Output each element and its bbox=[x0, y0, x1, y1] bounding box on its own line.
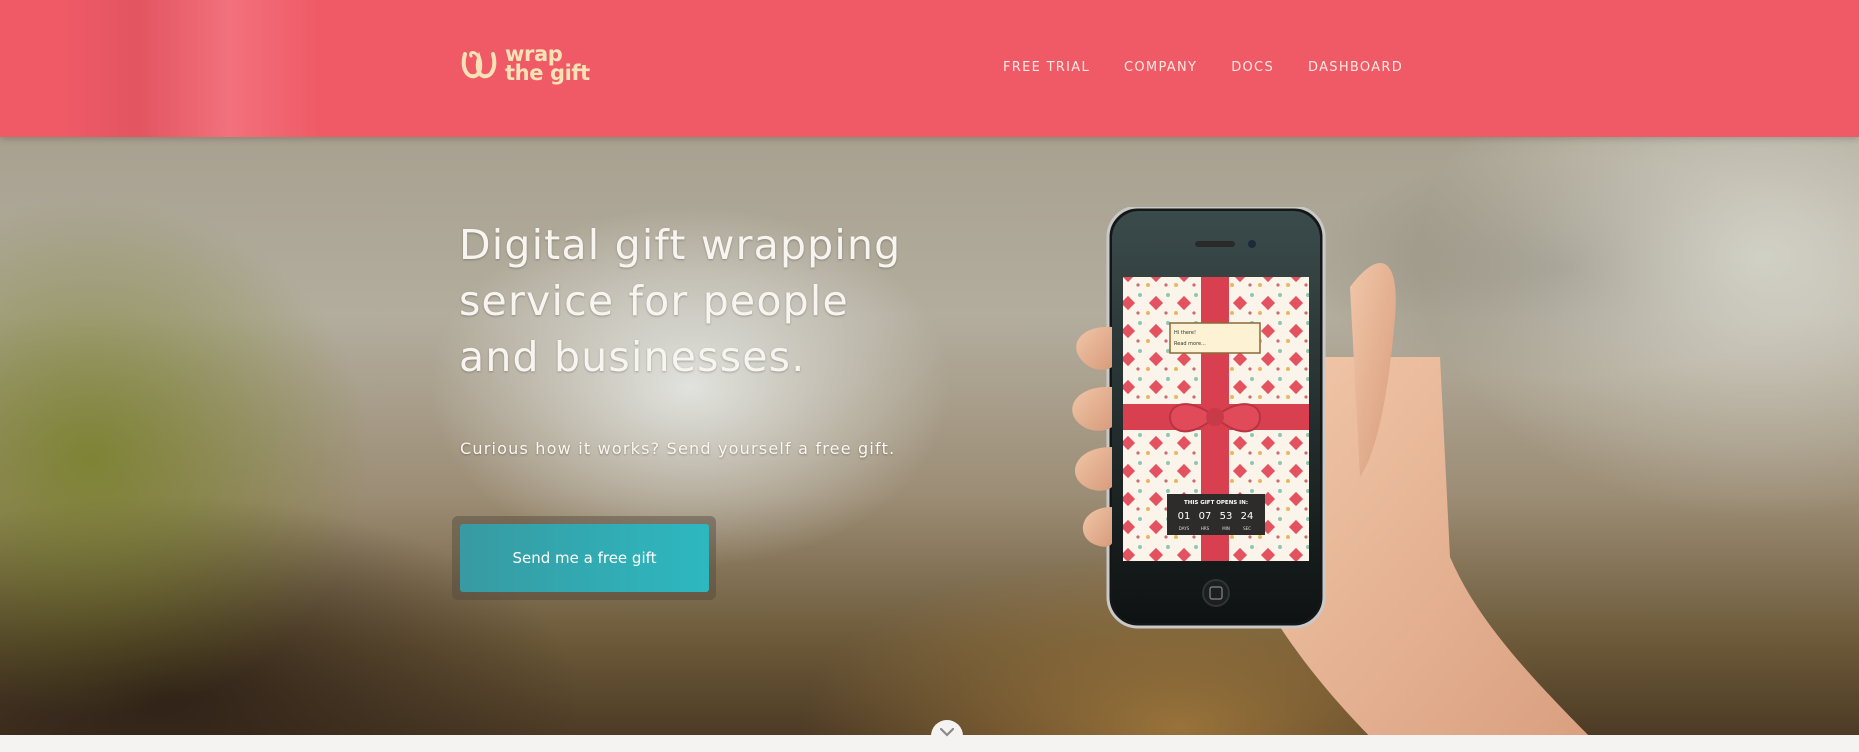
countdown-hours-value: 07 bbox=[1199, 511, 1212, 522]
countdown-min-value: 53 bbox=[1220, 511, 1233, 522]
hero-subtitle: Curious how it works? Send yourself a fr… bbox=[460, 439, 896, 458]
countdown-hours-unit: HRS bbox=[1201, 526, 1210, 531]
countdown-sec-unit: SEC bbox=[1243, 526, 1251, 531]
hero-title: Digital gift wrapping service for people… bbox=[459, 221, 902, 381]
chevron-down-icon bbox=[940, 728, 954, 737]
finger-3 bbox=[1074, 447, 1112, 491]
nav-company[interactable]: COMPANY bbox=[1124, 60, 1197, 75]
phone-speaker bbox=[1195, 241, 1235, 247]
logo-link[interactable]: wrap the gift bbox=[459, 44, 590, 84]
logo-text: wrap the gift bbox=[505, 44, 590, 85]
hero-section: Digital gift wrapping service for people… bbox=[0, 137, 1859, 735]
countdown-sec-value: 24 bbox=[1241, 511, 1254, 522]
wrap-logo-icon bbox=[461, 51, 497, 79]
phone-camera bbox=[1248, 240, 1256, 248]
countdown-days-unit: DAYS bbox=[1179, 526, 1190, 531]
bow-knot bbox=[1206, 408, 1224, 426]
send-free-gift-button[interactable]: Send me a free gift bbox=[460, 524, 709, 592]
finger-4 bbox=[1082, 507, 1112, 547]
phone-home-button bbox=[1202, 579, 1230, 607]
site-header: wrap the gift FREE TRIAL COMPANY DOCS DA… bbox=[0, 0, 1859, 137]
gift-note-line1: Hi there! bbox=[1174, 330, 1196, 336]
main-nav: FREE TRIAL COMPANY DOCS DASHBOARD bbox=[1003, 60, 1437, 75]
cta-frame: Send me a free gift bbox=[452, 516, 716, 600]
countdown-days-value: 01 bbox=[1178, 511, 1191, 522]
hand-holding-phone-image: Hi there! Read more... THIS GIFT OPENS I… bbox=[1072, 207, 1589, 735]
gift-note-line2: Read more... bbox=[1174, 341, 1206, 347]
nav-free-trial[interactable]: FREE TRIAL bbox=[1003, 60, 1090, 75]
scroll-down-button[interactable] bbox=[931, 720, 963, 752]
logo-line2: the gift bbox=[505, 61, 590, 85]
header-sheen bbox=[60, 0, 320, 137]
finger-1 bbox=[1076, 326, 1112, 370]
finger-2 bbox=[1072, 386, 1112, 431]
nav-docs[interactable]: DOCS bbox=[1231, 60, 1274, 75]
gift-note-card bbox=[1169, 322, 1261, 354]
hand-palm bbox=[1280, 357, 1589, 735]
countdown-title: THIS GIFT OPENS IN: bbox=[1184, 500, 1248, 506]
nav-dashboard[interactable]: DASHBOARD bbox=[1308, 60, 1403, 75]
countdown-min-unit: MIN bbox=[1222, 526, 1230, 531]
